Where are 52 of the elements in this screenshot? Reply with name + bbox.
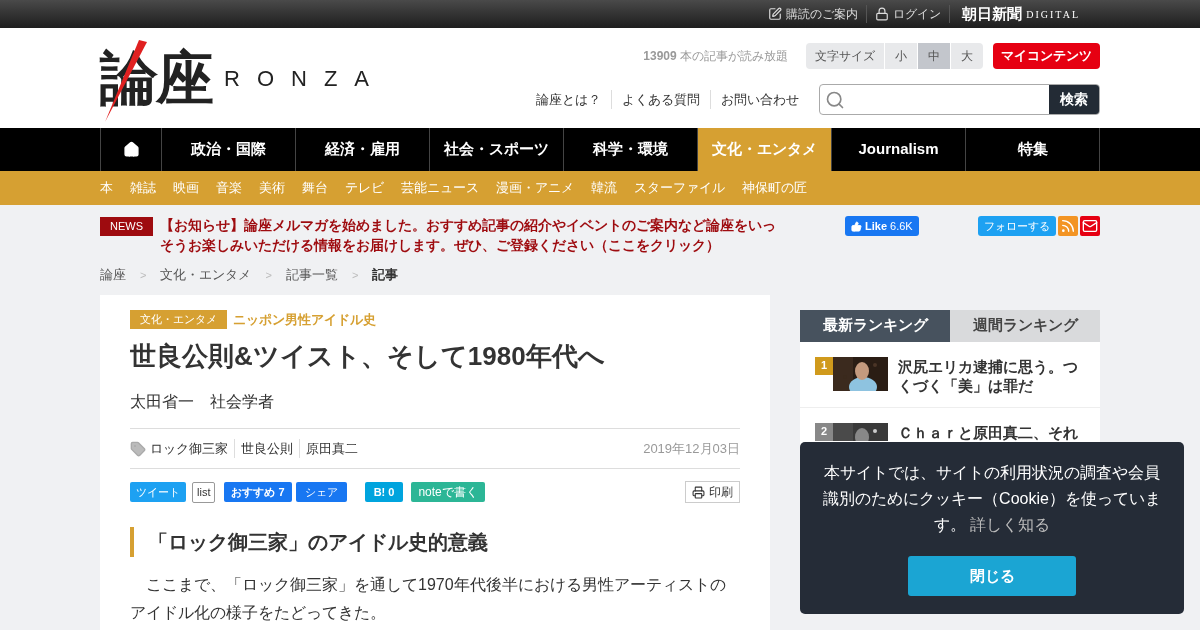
article-title: 世良公則&ツイスト、そして1980年代へ <box>130 340 606 373</box>
learn-more-link[interactable]: 詳しく知る <box>970 516 1051 533</box>
edit-icon <box>768 7 783 21</box>
ranking-title: 沢尻エリカ逮捕に思う。つくづく「美」は罪だ <box>898 356 1079 395</box>
news-badge: NEWS <box>100 217 153 236</box>
font-size-button[interactable]: 小 <box>885 43 917 69</box>
like-button[interactable]: Like 6.6K <box>845 216 919 236</box>
header-link[interactable]: 論座とは？ <box>526 89 611 110</box>
top-link[interactable]: ログイン <box>867 5 951 23</box>
rank-badge: 2 <box>815 422 833 441</box>
lock-icon <box>875 7 890 21</box>
tag-link[interactable]: 原田真二 <box>299 438 364 459</box>
share-button[interactable]: シェア <box>295 482 347 502</box>
ranking-title: Ｃｈａｒと原田真二、それ <box>898 422 1079 442</box>
thumbs-up-icon <box>851 220 862 232</box>
article-paragraph: ここまで、「ロック御三家」を通して1970年代後半における男性アーティストのアイドル化の様子をたどってきた。 <box>130 575 727 623</box>
author: 太田省一 社会学者 <box>130 392 275 412</box>
breadcrumb-separator: > <box>140 267 147 283</box>
tag-link[interactable]: ロック御三家 <box>150 438 234 459</box>
search-field[interactable]: 検索 <box>819 84 1100 115</box>
rank-badge: 1 <box>815 356 833 375</box>
breadcrumb-link[interactable]: 論座 <box>100 265 126 285</box>
printer-icon <box>692 485 705 499</box>
ranking-tab[interactable]: 最新ランキング <box>800 309 950 342</box>
news-link[interactable]: 【お知らせ】論座メルマガを始めました。おすすめ記事の紹介やイベントのご案内など論座をいっそうお楽しみいただける情報をお届けします。ぜひ、ご登録ください（ここをクリック） <box>160 216 780 256</box>
ranking-tab[interactable]: 週間ランキング <box>950 309 1100 342</box>
font-size-label: 文字サイズ <box>806 43 885 69</box>
breadcrumb-separator: > <box>265 267 272 283</box>
tag-link[interactable]: 世良公則 <box>234 438 299 459</box>
list-button[interactable]: list <box>192 481 216 503</box>
mail-icon[interactable] <box>1080 216 1100 236</box>
article-date: 2019年12月03日 <box>643 439 740 458</box>
recommend-button[interactable]: おすすめ 7 <box>224 482 292 502</box>
font-size-button[interactable]: 大 <box>950 43 983 69</box>
search-icon <box>825 89 845 110</box>
font-size-button[interactable]: 中 <box>917 43 950 69</box>
header-link[interactable]: お問い合わせ <box>710 89 809 110</box>
header-link[interactable]: よくある質問 <box>611 89 710 110</box>
tag-icon <box>130 440 146 457</box>
section-heading: 「ロック御三家」のアイドル史的意義 <box>130 527 740 557</box>
ranking-item[interactable]: 1 沢尻エリカ逮捕に思う。つくづく「美」は罪だ <box>800 341 1100 408</box>
top-link[interactable]: 購読のご案内 <box>760 5 868 23</box>
my-contents-button[interactable]: マイコンテンツ <box>993 43 1100 69</box>
breadcrumb-link[interactable]: 記事 <box>372 265 399 285</box>
print-button[interactable]: 印刷 <box>685 481 740 503</box>
breadcrumb-separator: > <box>351 267 359 283</box>
home-icon <box>122 141 140 158</box>
search-button[interactable]: 検索 <box>1049 85 1099 114</box>
brand-logo[interactable]: 朝日新聞 DIGITAL <box>950 2 1080 26</box>
breadcrumb-link[interactable]: 記事一覧 <box>285 265 338 285</box>
breadcrumb-link[interactable]: 文化・エンタメ <box>160 265 252 285</box>
article-count: 13909 本の記事が読み放題 <box>643 48 788 65</box>
